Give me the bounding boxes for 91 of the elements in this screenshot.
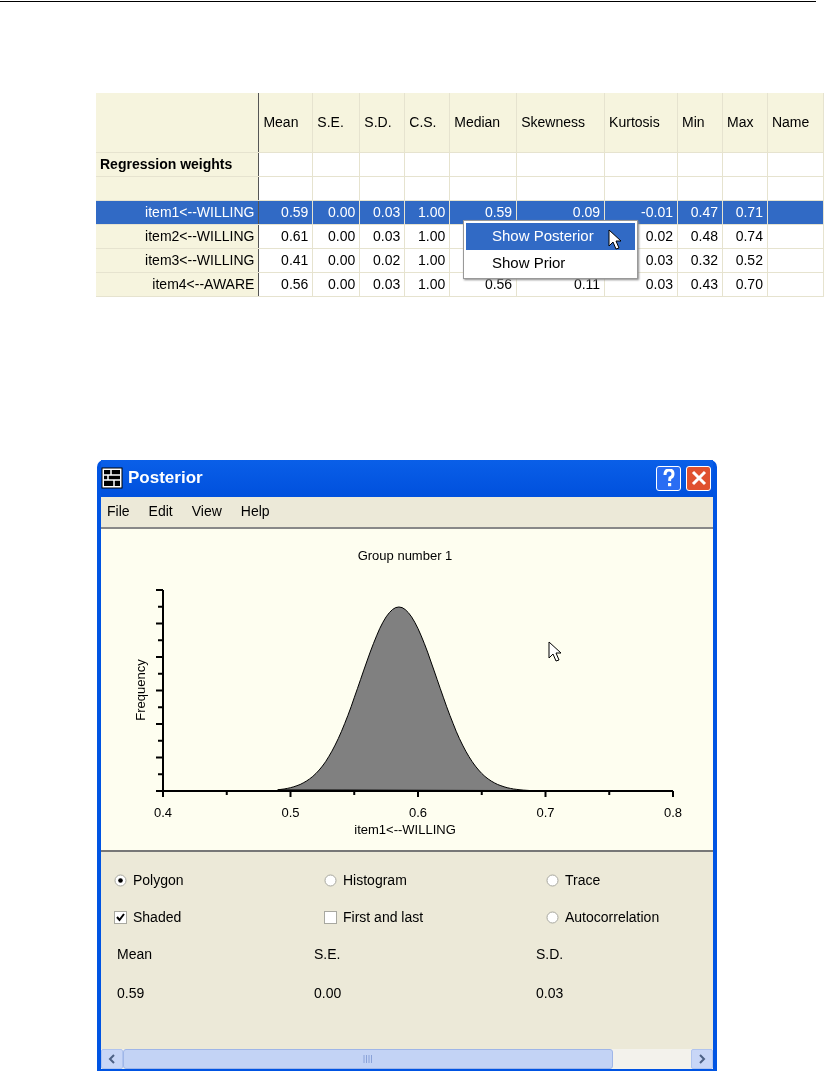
table-cell: 0.48 xyxy=(690,227,718,244)
radio-button[interactable] xyxy=(546,910,559,924)
column-header: C.S. xyxy=(404,93,450,152)
column-header: Min xyxy=(677,93,723,152)
tick-label: 0.5 xyxy=(281,804,300,820)
table-cell: 0.03 xyxy=(645,251,674,268)
stat-value: 0.03 xyxy=(536,983,565,1003)
scroll-right-button[interactable] xyxy=(691,1048,713,1069)
checkbox[interactable] xyxy=(324,910,337,924)
table-cell: 0.56 xyxy=(281,275,309,292)
table-cell: 0.02 xyxy=(645,227,674,244)
table-cell: 0.03 xyxy=(645,275,674,292)
table-cell: 0.59 xyxy=(281,203,309,220)
table-cell: 1.00 xyxy=(417,275,446,292)
table-cell: 0.43 xyxy=(690,275,718,292)
table-cell: 0.47 xyxy=(690,203,718,220)
table-cell: 0.00 xyxy=(328,227,356,244)
table-cell: -0.01 xyxy=(641,203,674,220)
table-cell: 0.03 xyxy=(373,275,401,292)
help-button[interactable] xyxy=(656,465,681,491)
help-icon xyxy=(661,469,676,487)
pointer-icon xyxy=(608,229,622,250)
row-label: item2<--WILLING xyxy=(145,227,255,244)
stat-value: 0.59 xyxy=(117,983,146,1003)
row-label: item4<--AWARE xyxy=(152,275,255,292)
axis-label: Frequency xyxy=(133,658,148,721)
close-icon xyxy=(690,470,707,486)
section-label: Regression weights xyxy=(100,155,233,172)
window-icon xyxy=(101,467,123,489)
radio-button[interactable] xyxy=(546,873,559,887)
table-cell: 0.03 xyxy=(373,203,401,220)
column-header: Name xyxy=(767,93,824,152)
menu-item[interactable]: View xyxy=(191,501,222,522)
window-title: Posterior xyxy=(128,467,203,490)
option-label: Shaded xyxy=(133,907,182,927)
column-header: S.D. xyxy=(359,93,405,152)
table-cell: 0.56 xyxy=(484,275,513,292)
tick-label: 0.6 xyxy=(408,804,428,820)
chart-title: Group number 1 xyxy=(357,547,453,563)
stat-label: Mean xyxy=(117,944,154,964)
option-label: First and last xyxy=(343,907,424,927)
table-cell: 0.32 xyxy=(690,251,718,268)
menu-item[interactable]: Show Posterior xyxy=(466,223,635,250)
table-cell: 0.70 xyxy=(735,275,763,292)
column-header: Max xyxy=(722,93,768,152)
menu-item[interactable]: Help xyxy=(240,501,270,522)
row-label: item1<--WILLING xyxy=(145,203,255,220)
column-header: Kurtosis xyxy=(604,93,678,152)
radio-button[interactable] xyxy=(324,873,337,887)
axis-label: item1<--WILLING xyxy=(354,821,456,837)
table-cell: 1.00 xyxy=(417,227,446,244)
table-cell: 0.02 xyxy=(373,251,401,268)
table-cell: 0.52 xyxy=(735,251,763,268)
table-cell: 0.09 xyxy=(572,203,601,220)
table-cell: 0.11 xyxy=(573,275,601,292)
table-cell: 0.00 xyxy=(328,251,356,268)
table-cell: 0.71 xyxy=(735,203,763,220)
table-cell: 0.00 xyxy=(328,203,356,220)
table-cell: 1.00 xyxy=(417,203,446,220)
table-cell: 0.74 xyxy=(735,227,763,244)
table-cell: 0.59 xyxy=(484,203,513,220)
option-label: Trace xyxy=(565,870,601,890)
stat-label: S.D. xyxy=(536,944,565,964)
tick-label: 0.7 xyxy=(536,804,555,820)
menu-item[interactable]: File xyxy=(107,501,130,522)
table-cell: 0.61 xyxy=(281,227,309,244)
table-row[interactable]: item4<--AWARE 0.56 0.00 0.03 1.00 0.56 0.11 0.03 0.43 0.70 xyxy=(96,272,824,296)
stat-value: 0.00 xyxy=(314,983,343,1003)
pointer-icon xyxy=(548,640,562,662)
table-row[interactable]: item1<--WILLING 0.59 0.00 0.03 1.00 0.59 0.09 -0.01 0.47 0.71 xyxy=(96,200,824,224)
option-label: Polygon xyxy=(133,870,184,890)
table-cell: 0.00 xyxy=(328,275,356,292)
tick-label: 0.4 xyxy=(153,804,173,820)
table-cell: 1.00 xyxy=(417,251,446,268)
scroll-left-button[interactable] xyxy=(101,1048,123,1069)
stat-label: S.E. xyxy=(314,944,342,964)
column-header: Mean xyxy=(258,93,313,152)
option-label: Autocorrelation xyxy=(565,907,660,927)
column-header: Skewness xyxy=(516,93,605,152)
tick-label: 0.8 xyxy=(663,804,683,820)
column-header: Median xyxy=(449,93,517,152)
scrollbar-thumb[interactable] xyxy=(123,1048,613,1069)
checkbox[interactable] xyxy=(114,910,127,924)
row-label: item3<--WILLING xyxy=(145,251,255,268)
column-header: S.E. xyxy=(312,93,360,152)
option-label: Histogram xyxy=(343,870,407,890)
radio-button[interactable] xyxy=(114,873,127,887)
table-cell: 0.03 xyxy=(373,227,401,244)
menu-item[interactable]: Edit xyxy=(148,501,173,522)
table-cell: 0.41 xyxy=(281,251,309,268)
close-button[interactable] xyxy=(686,465,711,491)
